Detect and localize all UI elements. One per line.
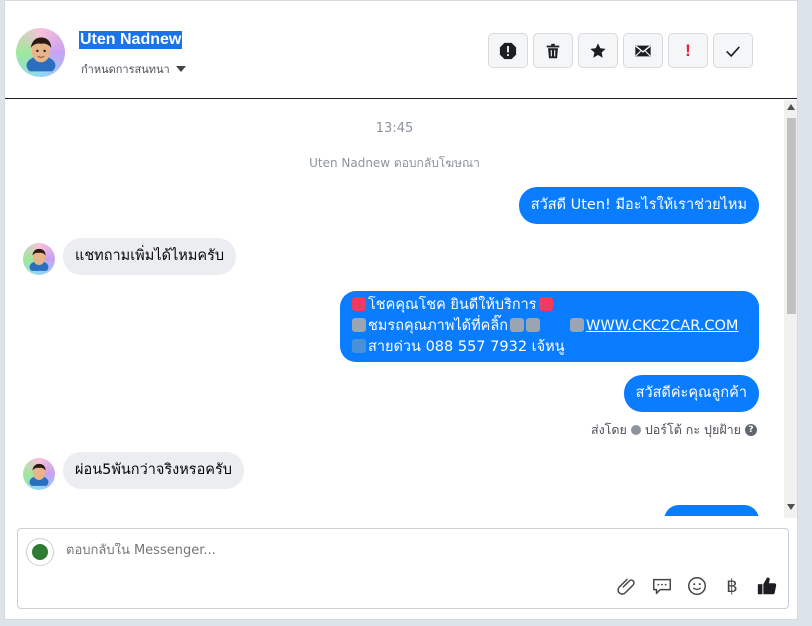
down-arrow-emoji-icon xyxy=(510,318,525,332)
report-button[interactable] xyxy=(488,33,528,68)
person-icon xyxy=(26,36,55,72)
contact-avatar[interactable] xyxy=(16,28,65,77)
red-square-emoji-icon xyxy=(538,297,553,311)
emoji-icon[interactable] xyxy=(686,575,708,597)
mark-unread-button[interactable] xyxy=(623,33,663,68)
outgoing-message-promo[interactable]: โชคคุณโชค ยินดีให้บริการ ชมรถคุณภาพได้ที… xyxy=(340,291,759,362)
star-icon xyxy=(590,42,606,58)
composer-actions: ฿ xyxy=(616,575,778,597)
phone-emoji-icon xyxy=(352,339,366,353)
mark-done-button[interactable] xyxy=(713,33,753,68)
conversation-panel: Uten Nadnew กำหนดการสนทนา ! 13:45 Uten N… xyxy=(4,0,798,620)
trash-icon xyxy=(546,43,560,58)
conversation-settings-label: กำหนดการสนทนา xyxy=(81,63,170,76)
play-emoji-icon xyxy=(570,318,585,332)
message-thread: 13:45 Uten Nadnew ตอบกลับโฆษณา สวัสดี Ut… xyxy=(5,100,784,516)
promo-line-1: โชคคุณโชค ยินดีให้บริการ xyxy=(352,295,747,316)
play-emoji-icon xyxy=(352,318,366,332)
down-arrow-emoji-icon xyxy=(526,318,541,332)
sender-name[interactable]: ปอร์โต้ กะ ปุยฝ้าย xyxy=(645,420,741,440)
incoming-message[interactable]: แชทถามเพิ่มได้ไหมครับ xyxy=(63,238,237,275)
spam-icon: ! xyxy=(685,40,691,60)
promo-line-2: ชมรถคุณภาพได้ที่คลิ๊ก WWW.CKC2CAR.COM xyxy=(352,316,747,337)
spam-button[interactable]: ! xyxy=(668,33,708,68)
help-icon[interactable]: ? xyxy=(745,424,757,436)
contact-name[interactable]: Uten Nadnew xyxy=(79,31,183,49)
outgoing-message[interactable]: สวัสดี Uten! มีอะไรให้เราช่วยไหม xyxy=(518,187,759,224)
incoming-message[interactable]: ผ่อน5พันกว่าจริงหรอครับ xyxy=(63,452,244,489)
star-button[interactable] xyxy=(578,33,618,68)
message-timestamp: 13:45 xyxy=(375,121,414,136)
thumbs-up-icon[interactable] xyxy=(756,575,778,597)
outgoing-message-partial[interactable] xyxy=(664,505,759,516)
conversation-toolbar: ! xyxy=(488,33,753,68)
ad-reply-notice: Uten Nadnew ตอบกลับโฆษณา xyxy=(309,156,480,170)
check-icon xyxy=(726,45,740,57)
scroll-down-icon[interactable] xyxy=(787,504,795,510)
contact-avatar-small[interactable] xyxy=(23,243,55,275)
website-link[interactable]: WWW.CKC2CAR.COM xyxy=(586,318,738,334)
conversation-header: Uten Nadnew กำหนดการสนทนา ! xyxy=(5,1,797,99)
agent-icon xyxy=(630,425,641,435)
contact-avatar-small[interactable] xyxy=(23,458,55,490)
scroll-up-icon[interactable] xyxy=(787,104,795,110)
page-avatar xyxy=(26,538,54,566)
reply-composer: ฿ xyxy=(17,528,789,609)
conversation-settings-dropdown[interactable]: กำหนดการสนทนา xyxy=(81,60,186,78)
person-icon xyxy=(29,463,49,487)
scrollbar-thumb[interactable] xyxy=(787,118,796,314)
quick-reply-icon[interactable] xyxy=(651,575,673,597)
red-square-emoji-icon xyxy=(352,297,366,311)
sent-by-label: ส่งโดย ปอร์โต้ กะ ปุยฝ้าย ? xyxy=(591,420,757,440)
outgoing-message[interactable]: สวัสดีค่ะคุณลูกค้า xyxy=(623,375,759,412)
page-logo-icon xyxy=(32,544,48,560)
caret-down-icon xyxy=(175,66,186,72)
reply-input[interactable] xyxy=(66,543,586,558)
person-icon xyxy=(29,248,49,272)
attachment-icon[interactable] xyxy=(616,575,638,597)
baht-icon[interactable]: ฿ xyxy=(721,576,743,597)
alert-icon xyxy=(499,42,517,59)
promo-line-3: สายด่วน 088 557 7932 เจ้หนู xyxy=(352,337,747,358)
mail-icon xyxy=(635,45,651,56)
delete-button[interactable] xyxy=(533,33,573,68)
scrollbar[interactable] xyxy=(784,100,797,518)
